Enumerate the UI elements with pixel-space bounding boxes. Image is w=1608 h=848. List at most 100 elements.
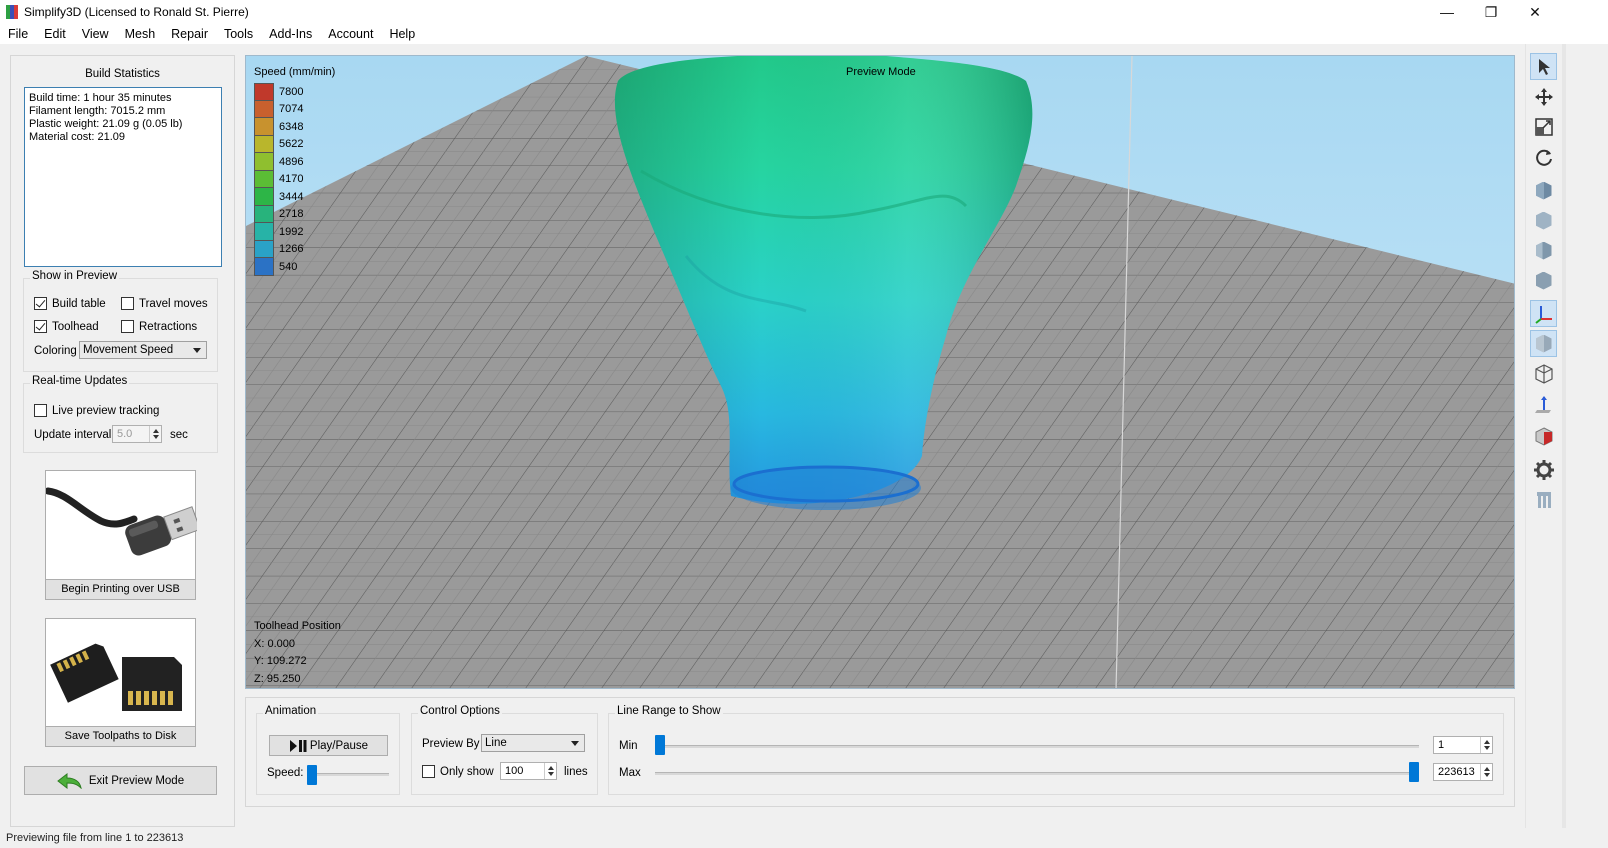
line-range-group: Line Range to Show Min 1 Max 223613 [608, 705, 1504, 795]
exit-preview-label: Exit Preview Mode [88, 774, 185, 787]
max-spinbox[interactable]: 223613 [1433, 763, 1493, 781]
coloring-select-value: Movement Speed [83, 344, 174, 356]
update-interval-unit: sec [170, 429, 188, 441]
spin-arrows-icon[interactable] [1480, 737, 1492, 753]
menu-tools[interactable]: Tools [216, 24, 261, 44]
menu-file[interactable]: File [0, 24, 36, 44]
play-pause-label: Play/Pause [309, 739, 369, 752]
update-interval-spinbox[interactable]: 5.0 [112, 425, 162, 443]
scale-icon[interactable] [1530, 113, 1557, 140]
preview-by-select[interactable]: Line [481, 734, 585, 752]
build-table-label: Build table [52, 297, 106, 310]
legend-value: 4896 [279, 155, 304, 168]
live-preview-checkbox[interactable] [34, 404, 47, 417]
view-back-icon[interactable] [1530, 267, 1557, 294]
update-interval-label: Update interval [34, 429, 112, 441]
build-table-option[interactable]: Build table [34, 297, 106, 310]
legend-swatch [254, 83, 274, 101]
axes-icon[interactable] [1530, 300, 1557, 327]
build-table-checkbox[interactable] [34, 297, 47, 310]
retractions-checkbox[interactable] [121, 320, 134, 333]
speed-slider-track[interactable] [309, 773, 389, 776]
preview-mode-label: Preview Mode [846, 66, 916, 78]
toolhead-checkbox[interactable] [34, 320, 47, 333]
supports-icon[interactable] [1530, 486, 1557, 513]
save-toolpaths-button[interactable]: Save Toolpaths to Disk [45, 618, 196, 747]
close-button[interactable]: ✕ [1512, 0, 1558, 24]
solid-view-icon[interactable] [1530, 330, 1557, 357]
legend-row: 4896 [254, 153, 303, 171]
legend-value: 1992 [279, 225, 304, 238]
select-icon[interactable] [1530, 53, 1557, 80]
travel-moves-checkbox[interactable] [121, 297, 134, 310]
move-icon[interactable] [1530, 83, 1557, 110]
legend-swatch [254, 223, 274, 241]
exit-preview-mode-button[interactable]: Exit Preview Mode [24, 766, 217, 795]
max-slider-handle[interactable] [1409, 762, 1419, 782]
menu-help[interactable]: Help [381, 24, 423, 44]
preview-by-label: Preview By [422, 738, 480, 750]
only-show-spinbox[interactable]: 100 [500, 762, 557, 780]
legend-row: 6348 [254, 118, 303, 136]
normals-icon[interactable] [1530, 390, 1557, 417]
spin-arrows-icon[interactable] [1480, 764, 1492, 780]
live-preview-label: Live preview tracking [52, 404, 160, 417]
left-panel: Build Statistics Build time: 1 hour 35 m… [10, 55, 235, 827]
toolhead-option[interactable]: Toolhead [34, 320, 99, 333]
legend-row: 7800 [254, 83, 303, 101]
menu-account[interactable]: Account [320, 24, 381, 44]
status-bar: Previewing file from line 1 to 223613 [0, 828, 1608, 848]
min-slider-track[interactable] [655, 745, 1419, 748]
play-pause-button[interactable]: Play/Pause [269, 735, 388, 756]
spin-arrows-icon[interactable] [149, 426, 161, 442]
menu-edit[interactable]: Edit [36, 24, 74, 44]
begin-printing-usb-button[interactable]: Begin Printing over USB [44, 470, 201, 600]
toolhead-y: Y: 109.272 [254, 655, 307, 667]
legend-swatch [254, 170, 274, 188]
menu-add-ins[interactable]: Add-Ins [261, 24, 320, 44]
legend-swatch [254, 240, 274, 258]
preview-by-value: Line [485, 737, 507, 749]
only-show-checkbox[interactable] [422, 765, 435, 778]
speed-slider-handle[interactable] [307, 765, 317, 785]
sd-card-icon [50, 643, 182, 711]
line-range-title: Line Range to Show [615, 705, 723, 717]
view-side-icon[interactable] [1530, 237, 1557, 264]
right-scrollbar[interactable] [1562, 44, 1566, 828]
live-preview-option[interactable]: Live preview tracking [34, 404, 159, 417]
spin-arrows-icon[interactable] [544, 763, 556, 779]
minimize-button[interactable]: — [1424, 0, 1470, 24]
menu-mesh[interactable]: Mesh [117, 24, 164, 44]
legend-swatch [254, 153, 274, 171]
travel-moves-option[interactable]: Travel moves [121, 297, 208, 310]
cross-section-icon[interactable] [1530, 422, 1557, 449]
retractions-option[interactable]: Retractions [121, 320, 197, 333]
max-slider-track[interactable] [655, 772, 1419, 775]
3d-preview-viewport[interactable]: Speed (mm/min) 7800 7074 6348 5622 4896 … [245, 55, 1515, 689]
menu-bar: File Edit View Mesh Repair Tools Add-Ins… [0, 24, 1608, 44]
status-text: Previewing file from line 1 to 223613 [6, 832, 184, 844]
max-label: Max [619, 767, 641, 779]
min-slider-handle[interactable] [655, 735, 665, 755]
restore-button[interactable]: ❐ [1468, 0, 1514, 24]
only-show-option[interactable]: Only show [422, 765, 494, 778]
title-bar: Simplify3D (Licensed to Ronald St. Pierr… [0, 0, 1608, 24]
coloring-select[interactable]: Movement Speed [79, 341, 207, 359]
legend-value: 4170 [279, 173, 304, 186]
usb-button-label: Begin Printing over USB [46, 579, 195, 599]
build-statistics-box[interactable]: Build time: 1 hour 35 minutes Filament l… [24, 87, 222, 267]
view-front-icon[interactable] [1530, 207, 1557, 234]
settings-gear-icon[interactable] [1530, 456, 1557, 483]
chevron-down-icon [193, 348, 201, 353]
toolhead-position-title: Toolhead Position [254, 620, 341, 632]
legend-value: 2718 [279, 208, 304, 221]
wireframe-icon[interactable] [1530, 360, 1557, 387]
sd-button-label: Save Toolpaths to Disk [46, 726, 195, 746]
legend-value: 1266 [279, 243, 304, 256]
menu-repair[interactable]: Repair [163, 24, 216, 44]
view-iso-icon[interactable] [1530, 177, 1557, 204]
min-spinbox[interactable]: 1 [1433, 736, 1493, 754]
bottom-controls: Animation Play/Pause Speed: Control Opti… [245, 697, 1515, 807]
rotate-icon[interactable] [1530, 143, 1557, 170]
menu-view[interactable]: View [74, 24, 117, 44]
